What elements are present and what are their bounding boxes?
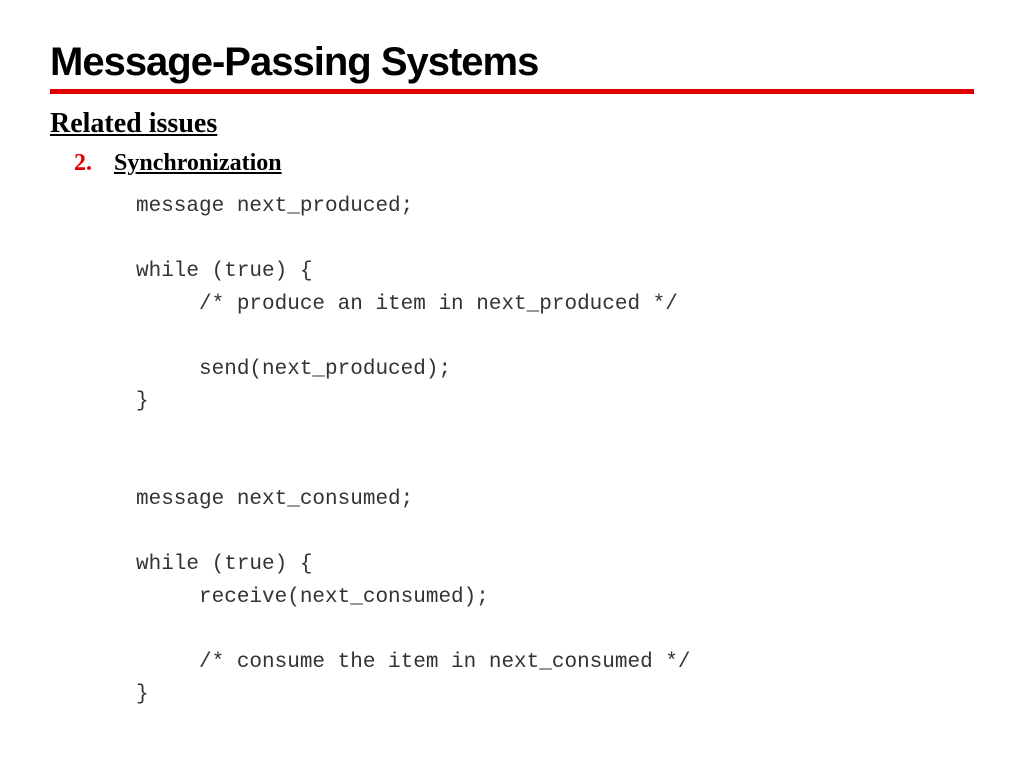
list-item: 2. Synchronization <box>50 150 974 177</box>
slide: Message-Passing Systems Related issues 2… <box>0 0 1024 712</box>
list-number: 2. <box>50 150 114 177</box>
title-underline <box>50 89 974 94</box>
subheading: Related issues <box>50 108 974 140</box>
slide-title: Message-Passing Systems <box>50 40 974 85</box>
code-block: message next_produced; while (true) { /*… <box>136 191 974 712</box>
list-text: Synchronization <box>114 150 282 177</box>
